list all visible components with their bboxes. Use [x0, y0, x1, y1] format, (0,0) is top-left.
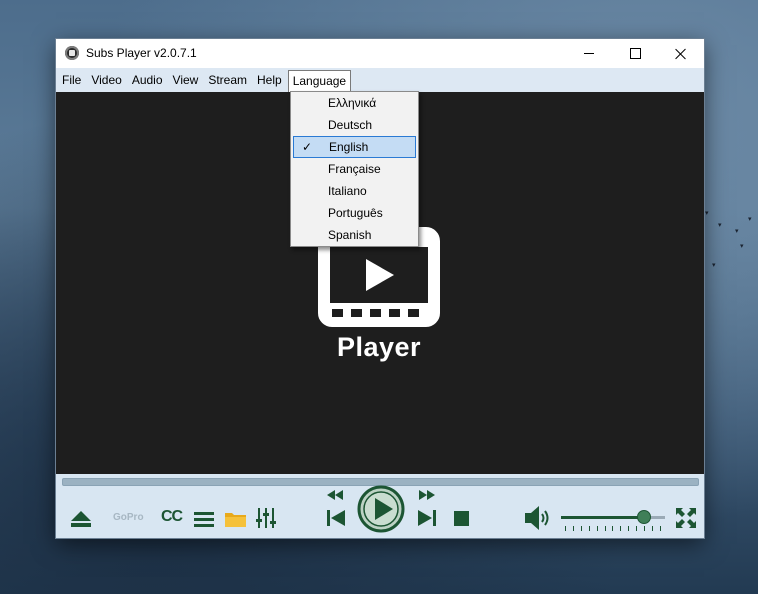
rewind-icon[interactable] [326, 490, 344, 500]
minimize-button[interactable] [566, 39, 612, 68]
equalizer-icon[interactable] [256, 507, 276, 529]
language-option-french[interactable]: Française [293, 158, 416, 180]
bird: ▾ [740, 243, 744, 250]
bird: ▾ [735, 228, 739, 235]
volume-slider-fill [561, 516, 645, 519]
playlist-icon[interactable] [194, 511, 214, 527]
fast-forward-icon[interactable] [418, 490, 436, 500]
checkmark-icon: ✓ [302, 140, 313, 154]
menu-help[interactable]: Help [253, 70, 286, 90]
folder-icon[interactable] [224, 510, 247, 528]
maximize-icon [629, 48, 641, 59]
menu-video[interactable]: Video [87, 70, 125, 90]
language-option-spanish[interactable]: Spanish [293, 224, 416, 246]
close-icon [675, 48, 687, 60]
bird: ▾ [712, 262, 716, 269]
next-icon[interactable] [417, 509, 437, 527]
language-dropdown-menu: Ελληνικά Deutsch ✓ English Française Ital… [290, 91, 419, 247]
volume-icon[interactable] [524, 505, 554, 531]
stop-icon[interactable] [454, 511, 469, 526]
language-option-greek[interactable]: Ελληνικά [293, 92, 416, 114]
window-title: Subs Player v2.0.7.1 [86, 46, 197, 60]
fullscreen-icon[interactable] [675, 507, 697, 529]
menu-bar: File Video Audio View Stream Help Langua… [56, 68, 704, 92]
menu-language[interactable]: Language [287, 70, 352, 92]
language-option-english[interactable]: ✓ English [293, 136, 416, 158]
language-option-label: English [329, 140, 369, 154]
language-option-label: Português [328, 206, 383, 220]
language-option-label: Italiano [328, 184, 367, 198]
language-option-portuguese[interactable]: Português [293, 202, 416, 224]
volume-scale-ticks [565, 526, 661, 531]
volume-slider-thumb[interactable] [637, 510, 652, 524]
previous-icon[interactable] [326, 509, 346, 527]
maximize-button[interactable] [612, 39, 658, 68]
cc-button[interactable]: CC [161, 508, 183, 526]
language-option-label: Spanish [328, 228, 372, 242]
menu-audio[interactable]: Audio [128, 70, 167, 90]
menu-stream[interactable]: Stream [204, 70, 251, 90]
eject-icon[interactable] [70, 510, 92, 528]
language-option-german[interactable]: Deutsch [293, 114, 416, 136]
title-bar[interactable]: Subs Player v2.0.7.1 [56, 39, 704, 68]
bird: ▾ [705, 210, 709, 217]
menu-view[interactable]: View [169, 70, 203, 90]
menu-file[interactable]: File [58, 70, 85, 90]
bird: ▾ [748, 216, 752, 223]
language-option-italian[interactable]: Italiano [293, 180, 416, 202]
language-option-label: Française [328, 162, 381, 176]
gopro-button[interactable]: GoPro [113, 512, 144, 523]
app-icon [65, 46, 79, 60]
control-bar: GoPro CC [56, 474, 704, 538]
minimize-icon [584, 53, 594, 54]
bird: ▾ [718, 222, 722, 229]
language-option-label: Deutsch [328, 118, 373, 132]
play-icon[interactable] [357, 485, 405, 533]
language-option-label: Ελληνικά [328, 96, 377, 110]
logo-text: Player [336, 332, 422, 362]
player-window: Subs Player v2.0.7.1 File Video Audio Vi… [56, 39, 704, 538]
close-button[interactable] [658, 39, 704, 68]
